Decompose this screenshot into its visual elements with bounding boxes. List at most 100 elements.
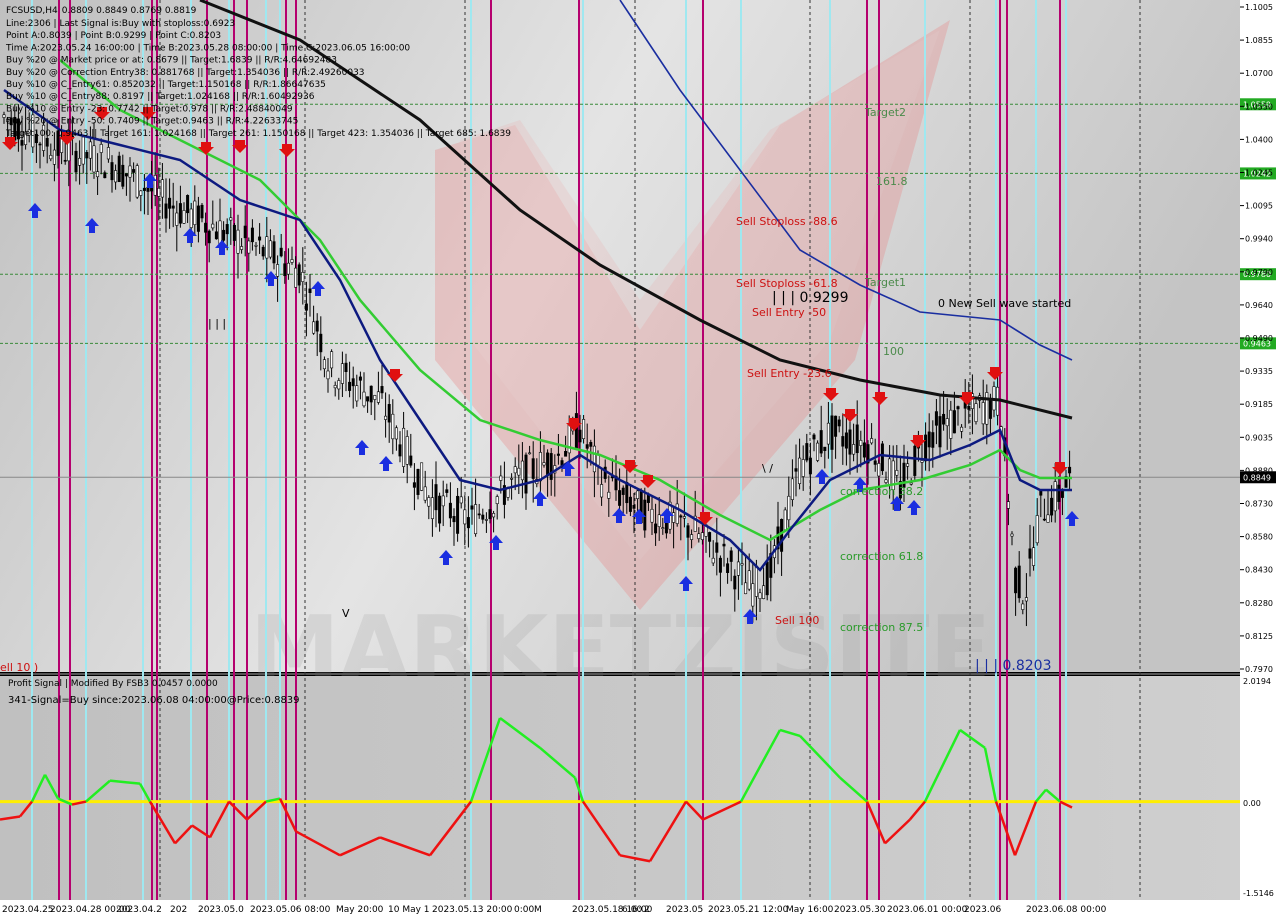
candle-body [927,431,931,448]
candle-body [366,396,370,402]
candle-body [240,246,244,250]
candle-body [1068,466,1072,474]
candle-body [700,532,704,540]
candle-body [96,171,100,178]
candle-body [754,565,758,597]
candle-body [888,458,892,486]
candle-body [409,455,413,466]
time-tick-label: 2023.05.06 08:00 [250,905,331,915]
candle-body [2,114,6,118]
candle-body [1057,484,1061,502]
candle-body [74,150,78,173]
time-tick-label: 2023.05.21 12:00 [708,905,789,915]
candle-body [938,416,942,448]
candle-body [477,513,481,516]
candle-body [1017,565,1021,599]
candle-body [326,370,330,380]
candle-body [186,195,190,214]
candle-body [715,542,719,553]
price-tick-labels: 1.1005 1.0855 1.0700 1.0550 1.0400 1.0245 1.00… [1240,3,1273,674]
candle-body [751,583,755,607]
candle-body [279,247,283,257]
info-line: Target100: 0.9463 || Target 161: 1.02416… [5,129,511,139]
candle-body [632,505,636,509]
info-line: Buy %20 @ Correction Entry38: 0.881768 |… [6,68,365,78]
candle-body [589,442,593,447]
candle-body [726,563,730,573]
candle-body [682,516,686,519]
candle-body [265,236,269,259]
candle-body [506,487,510,498]
candle-body [355,385,359,402]
candle-body [484,519,488,521]
candle-body [312,321,316,334]
candle-body [117,155,121,183]
correction-618-label: correction 61.8 [840,550,923,563]
candle-body [459,496,463,504]
candle-body [128,165,132,178]
candle-body [880,443,884,472]
candle-body [884,479,888,483]
candle-body [816,442,820,461]
indicator-title: Profit Signal | Modified By FSB3 0.0457 … [8,679,218,689]
candle-body [834,415,838,437]
price-tick-label: 1.0550 [1245,102,1273,111]
candle-body [1010,533,1014,537]
candle-body [268,240,272,258]
candle-body [578,429,582,443]
candle-body [218,220,222,245]
candle-body [524,454,528,494]
candle-body [708,532,712,542]
candle-body [906,463,910,467]
candle-body [808,457,812,475]
candle-body [934,411,938,426]
symbol-title: FCSUSD,H4 0.8809 0.8849 0.8769 0.8819 [6,6,197,16]
candle-body [139,190,143,196]
price-tick-label: 0.8580 [1245,533,1273,542]
candle-body [740,563,744,566]
candle-body [168,197,172,209]
candle-body [711,557,715,564]
candle-body [607,491,611,499]
candle-body [85,152,89,159]
sell-left-label: ell 10 ) [0,661,38,674]
candle-body [1046,514,1050,523]
candle-body [67,141,71,162]
candle-body [960,426,964,432]
candle-body [690,534,694,540]
candle-body [844,432,848,449]
time-tick-label: 2023.05 [666,905,703,915]
candle-body [556,453,560,456]
correction-382-label: correction 38.2 [840,485,923,498]
candle-body [114,170,118,183]
candle-body [362,391,366,407]
time-tick-label: 6:00 [622,905,642,915]
candle-body [376,391,380,403]
price-tick-label: 0.8430 [1245,566,1273,575]
sell-stoploss-618-label: Sell Stoploss -61.8 [736,277,838,290]
candle-body [214,231,218,240]
candle-body [499,475,503,481]
candle-body [783,509,787,531]
candle-body [135,165,139,198]
candle-body [942,413,946,425]
candle-body [182,210,186,224]
candle-body [1035,515,1039,544]
indicator-axis-top: 2.0194 [1243,677,1271,686]
candle-body [423,486,427,501]
price-tick-label: 1.0245 [1245,169,1273,178]
candle-body [470,505,474,510]
candle-body [49,155,53,160]
trading-chart[interactable]: MARKETZISITE 1.05591.02420.97800.94630.8… [0,0,1280,920]
indicator-area[interactable] [0,676,1240,900]
candle-body [236,229,240,254]
candle-body [697,533,701,539]
candle-body [384,415,388,420]
time-tick-label: May 16:00 [786,905,834,915]
candle-body [686,525,690,538]
candle-body [654,523,658,534]
candle-body [762,585,766,599]
price-tick-label: 1.0400 [1245,135,1273,144]
candle-body [416,468,420,495]
candle-body [1042,518,1046,521]
